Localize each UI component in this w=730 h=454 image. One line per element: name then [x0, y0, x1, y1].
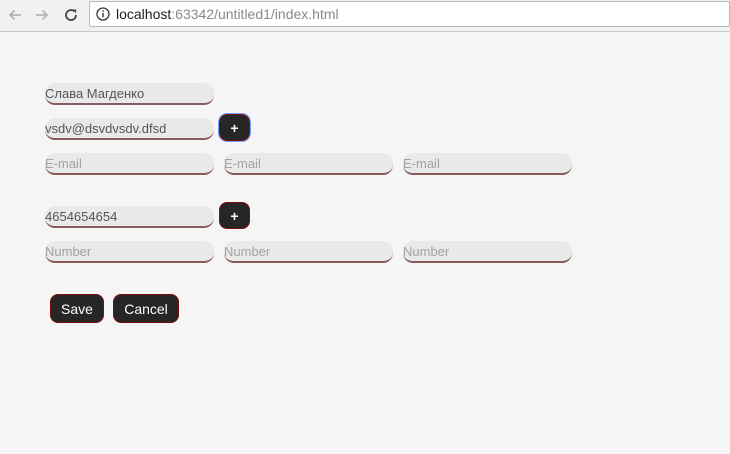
add-email-button[interactable]: + [218, 113, 251, 142]
url-text: localhost:63342/untitled1/index.html [116, 6, 339, 22]
add-phone-button[interactable]: + [219, 202, 250, 229]
browser-toolbar: localhost:63342/untitled1/index.html [0, 0, 730, 32]
url-host: localhost [116, 6, 172, 22]
extra-phone-input-3[interactable] [403, 241, 572, 263]
forward-button[interactable] [30, 3, 54, 27]
extra-phone-input-2[interactable] [224, 241, 393, 263]
email-input[interactable] [45, 118, 214, 140]
extra-email-input-3[interactable] [403, 153, 572, 175]
save-button[interactable]: Save [50, 294, 104, 323]
reload-button[interactable] [59, 3, 83, 27]
reload-icon [65, 9, 77, 21]
name-input[interactable] [45, 83, 214, 105]
phone-input[interactable] [45, 206, 214, 228]
extra-phone-input-1[interactable] [45, 241, 214, 263]
cancel-button[interactable]: Cancel [113, 294, 179, 323]
info-icon[interactable] [96, 7, 110, 21]
address-bar[interactable]: localhost:63342/untitled1/index.html [89, 1, 730, 27]
page-content: + + Save Cancel [0, 32, 730, 454]
back-button[interactable] [3, 3, 27, 27]
extra-email-input-2[interactable] [224, 153, 393, 175]
extra-email-input-1[interactable] [45, 153, 214, 175]
url-path: :63342/untitled1/index.html [171, 6, 339, 22]
arrow-right-icon [36, 9, 49, 21]
arrow-left-icon [8, 9, 21, 21]
